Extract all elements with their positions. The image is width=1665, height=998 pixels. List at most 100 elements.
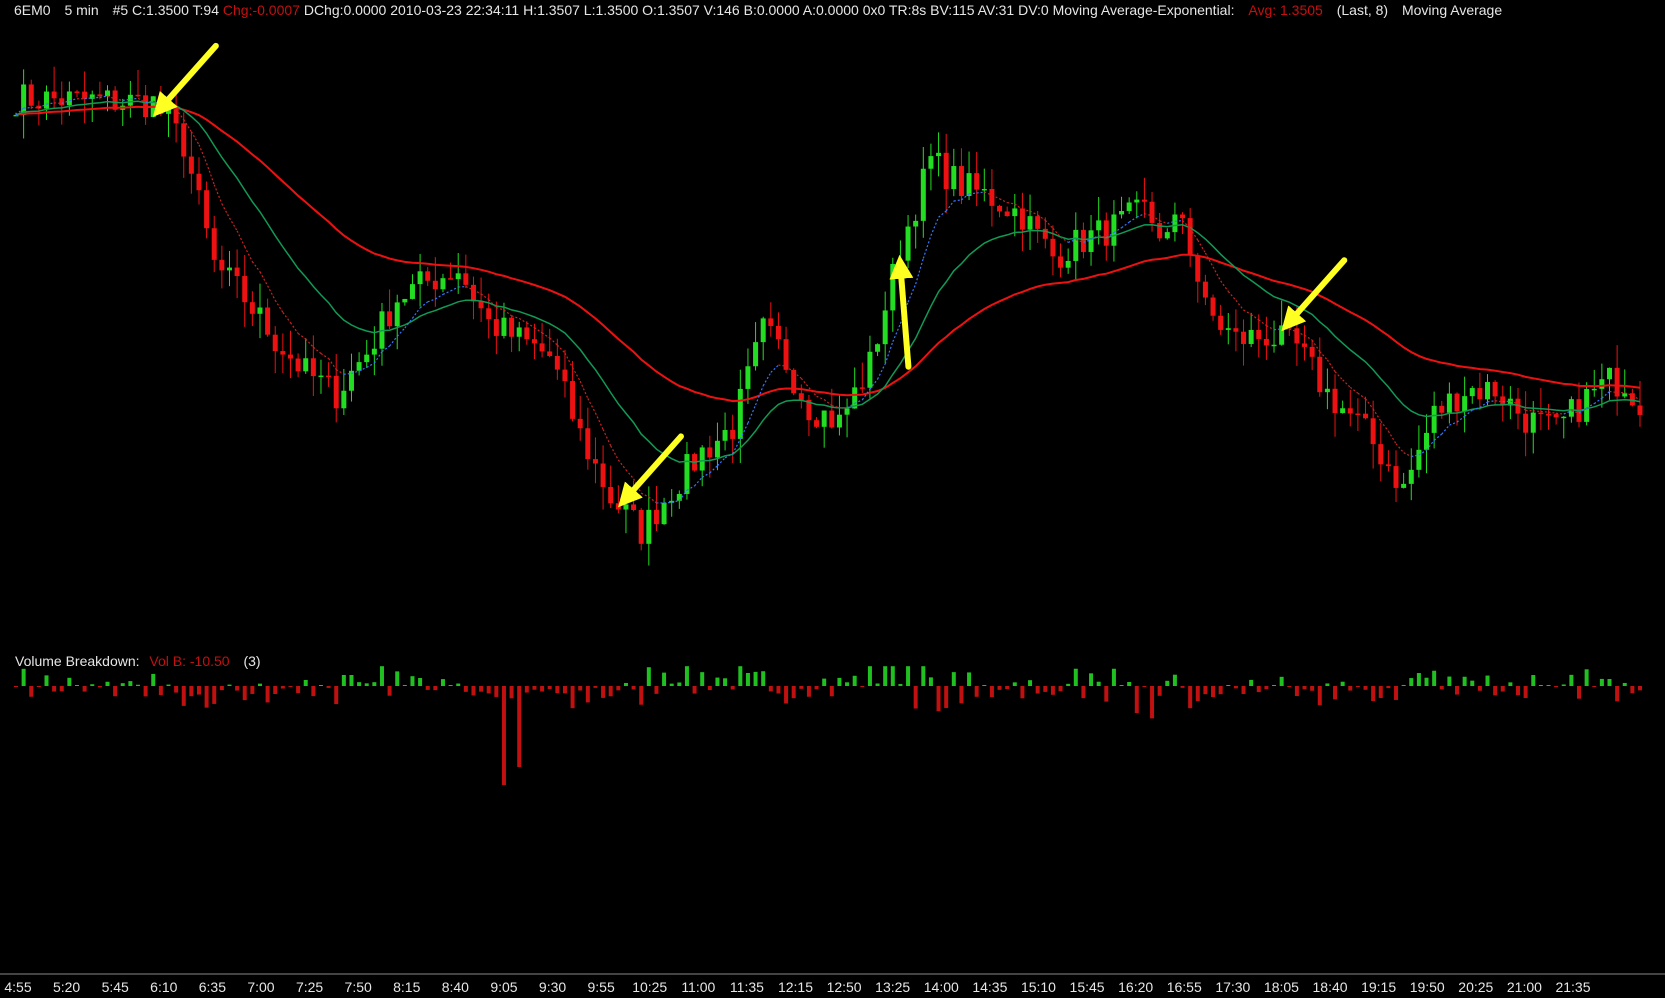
ema-fast-segment bbox=[976, 191, 985, 194]
ema-fast-segment bbox=[190, 131, 200, 146]
ema-fast-segment bbox=[450, 286, 459, 292]
ema-fast-segment bbox=[1533, 410, 1541, 413]
candle-body bbox=[1088, 230, 1094, 252]
volume-bar bbox=[593, 686, 598, 688]
volume-bar bbox=[1180, 686, 1185, 688]
volume-bar bbox=[1340, 681, 1345, 686]
volume-bar bbox=[898, 683, 903, 686]
candle-body bbox=[486, 308, 492, 320]
candle-body bbox=[623, 504, 629, 510]
volume-bar bbox=[296, 686, 301, 694]
volume-bar bbox=[700, 672, 705, 686]
ema-fast-segment bbox=[366, 362, 375, 368]
ema-fast-segment bbox=[541, 332, 551, 339]
volume-bar bbox=[1310, 686, 1315, 691]
volume-bar bbox=[74, 685, 79, 686]
ema-fast-segment bbox=[922, 235, 932, 259]
volume-bar bbox=[1424, 677, 1429, 686]
volume-bar bbox=[1226, 685, 1231, 686]
x-tick-label: 4:55 bbox=[4, 979, 31, 995]
volume-bar bbox=[982, 685, 987, 686]
volume-bar bbox=[1577, 686, 1582, 699]
volume-value: Vol B: -10.50 bbox=[149, 653, 230, 669]
volume-bar bbox=[59, 686, 64, 692]
volume-bar bbox=[662, 672, 667, 686]
candle-body bbox=[661, 502, 667, 525]
volume-bar bbox=[334, 686, 339, 705]
candle-body bbox=[1568, 399, 1574, 417]
ema-fast-segment bbox=[244, 246, 253, 262]
candle-body bbox=[387, 311, 393, 327]
candle-body bbox=[1492, 382, 1498, 397]
volume-bar bbox=[311, 686, 316, 697]
x-tick-label: 11:35 bbox=[730, 979, 764, 995]
volume-bar bbox=[440, 679, 445, 686]
candle-body bbox=[714, 440, 720, 458]
candle-body bbox=[173, 109, 179, 124]
x-tick-label: 21:35 bbox=[1555, 979, 1590, 995]
ema-fast-segment bbox=[930, 217, 940, 236]
candle-body bbox=[409, 284, 415, 299]
price-chart[interactable]: 4:55 5:20 5:45 6:10 6:35 7:00 7:25 7:50 8:15 8:40… bbox=[0, 0, 1665, 998]
candle-body bbox=[631, 504, 637, 510]
ema-fast-segment bbox=[419, 301, 429, 309]
candle-body bbox=[1431, 405, 1437, 433]
annotation-arrow bbox=[889, 254, 914, 370]
volume-bar bbox=[1599, 678, 1604, 686]
volume-bar bbox=[113, 686, 118, 697]
volume-bar bbox=[646, 667, 651, 686]
candle-body bbox=[1530, 412, 1536, 433]
candle-body bbox=[1485, 382, 1491, 400]
volume-bar bbox=[1355, 686, 1360, 688]
x-tick-label: 6:10 bbox=[150, 979, 177, 995]
volume-bar bbox=[1508, 682, 1513, 686]
ema-fast-segment bbox=[1212, 266, 1222, 282]
ema-fast-segment bbox=[328, 358, 337, 370]
candle-body bbox=[181, 123, 187, 157]
ema-fast-segment bbox=[503, 309, 512, 317]
candle-body bbox=[577, 418, 583, 429]
volume-bar bbox=[913, 686, 918, 709]
volume-bar bbox=[1172, 674, 1177, 686]
volume-bar bbox=[768, 686, 773, 692]
volume-bar bbox=[1302, 686, 1307, 690]
volume-bar bbox=[1272, 685, 1277, 686]
volume-bar bbox=[959, 686, 964, 704]
ema-fast-segment bbox=[251, 261, 261, 273]
volume-bar bbox=[1241, 686, 1246, 694]
ema-fast-segment bbox=[625, 469, 635, 480]
volume-bar bbox=[524, 686, 529, 693]
volume-bar bbox=[303, 679, 308, 686]
candle-body bbox=[341, 390, 347, 409]
ema-fast-segment bbox=[1357, 392, 1366, 400]
volume-bar bbox=[1211, 686, 1216, 698]
candle-body bbox=[1401, 483, 1407, 488]
volume-bar bbox=[1218, 686, 1223, 695]
candle-body bbox=[1607, 367, 1613, 380]
volume-bar bbox=[967, 672, 972, 686]
volume-bar bbox=[1554, 686, 1559, 688]
volume-bar bbox=[1287, 686, 1292, 687]
candle-body bbox=[455, 273, 461, 280]
candle-body bbox=[554, 355, 560, 370]
volume-bar bbox=[1432, 670, 1437, 686]
x-tick-label: 12:50 bbox=[827, 979, 862, 995]
candle-body bbox=[1248, 329, 1254, 344]
candle-body bbox=[1218, 315, 1224, 330]
candle-body bbox=[1302, 343, 1308, 347]
volume-bar bbox=[509, 686, 514, 699]
volume-bar bbox=[1066, 683, 1071, 686]
candle-body bbox=[1164, 232, 1170, 239]
x-tick-label: 11:00 bbox=[681, 979, 715, 995]
volume-bar bbox=[181, 686, 186, 706]
ema-fast-segment bbox=[1540, 410, 1549, 413]
volume-bar bbox=[1386, 686, 1391, 689]
volume-bar bbox=[1394, 686, 1399, 700]
volume-bar bbox=[219, 686, 224, 691]
volume-bar bbox=[715, 677, 720, 686]
volume-bar bbox=[29, 686, 34, 697]
ema-fast-segment bbox=[221, 203, 231, 219]
candle-body bbox=[1599, 379, 1605, 389]
volume-bar bbox=[82, 686, 87, 692]
volume-bar bbox=[1615, 686, 1620, 702]
